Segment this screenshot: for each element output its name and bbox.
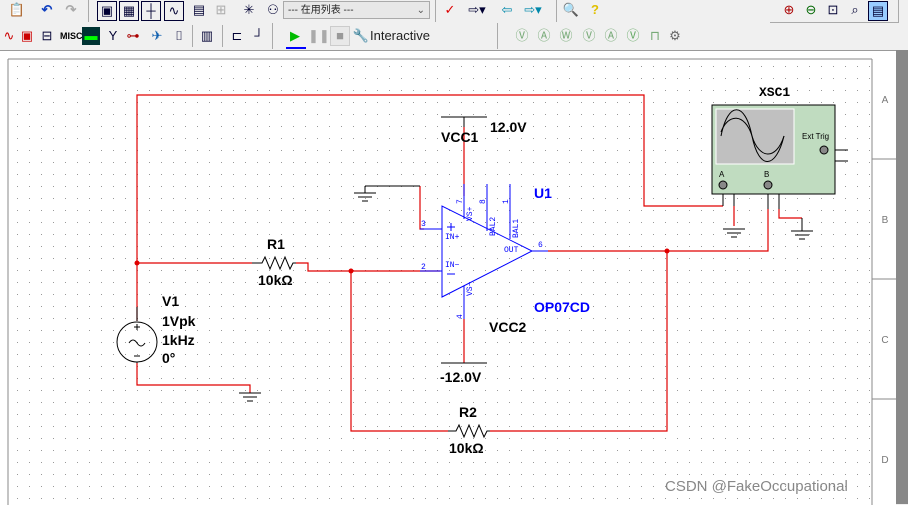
voltage-probe-icon[interactable]: Ⓥ (513, 27, 531, 45)
svg-text:VS−: VS− (466, 281, 475, 296)
svg-text:2: 2 (421, 263, 426, 272)
oscilloscope-xsc1[interactable]: Ext Trig A B (711, 104, 836, 195)
r2-label: R2 (459, 404, 477, 420)
row-label-b: B (882, 215, 889, 226)
erc-icon[interactable]: ✓ (441, 1, 459, 19)
spreadsheet-icon[interactable]: ▦ (119, 1, 139, 21)
svg-text:VS+: VS+ (466, 206, 475, 221)
paste-icon[interactable]: 📋 (8, 1, 26, 19)
diff-voltage-probe-icon[interactable]: Ⓥ (580, 27, 598, 45)
connector-icon[interactable]: ⌷ (170, 27, 188, 45)
row-label-a: A (882, 95, 889, 106)
svg-text:4: 4 (456, 314, 465, 319)
r2-value: 10kΩ (449, 440, 484, 456)
reference-probe-icon[interactable]: Ⓥ (624, 27, 642, 45)
voltage-current-probe-icon[interactable]: Ⓐ (602, 27, 620, 45)
v1-amplitude: 1Vpk (162, 313, 196, 329)
v1-phase: 0° (162, 350, 175, 366)
zoom-area-icon[interactable]: ⊡ (824, 1, 842, 19)
grapher-icon[interactable]: ┼ (141, 1, 161, 21)
back-annotate-icon[interactable]: ⇨▾ (468, 1, 486, 19)
full-screen-icon[interactable]: ▤ (868, 1, 888, 21)
redo-icon[interactable]: ↷ (62, 1, 80, 19)
help-icon[interactable]: ? (586, 1, 604, 19)
svg-text:OUT: OUT (504, 246, 519, 255)
pause-icon[interactable]: ❚❚ (308, 27, 330, 45)
xsc1-label: XSC1 (759, 85, 790, 100)
svg-text:IN+: IN+ (445, 233, 460, 242)
svg-text:Ext Trig: Ext Trig (802, 132, 829, 141)
mcu-icon[interactable]: ▥ (198, 27, 216, 45)
power-component-icon[interactable]: ⊟ (38, 27, 56, 45)
v1-frequency: 1kHz (162, 332, 195, 348)
svg-text:7: 7 (456, 199, 465, 204)
advanced-peripherals-icon[interactable]: ▬ (82, 27, 100, 45)
scope-a-terminal (718, 180, 728, 190)
border-row-labels: A B C D (872, 95, 896, 466)
electromechanical-icon[interactable]: ⊶ (124, 27, 142, 45)
svg-text:6: 6 (538, 241, 543, 250)
r1-label: R1 (267, 236, 285, 252)
vertical-scrollbar[interactable] (896, 50, 908, 504)
in-use-list-value: --- 在用列表 --- (288, 5, 354, 16)
misc-icon[interactable]: MISC (60, 31, 83, 41)
place-component-icon[interactable]: ✳ (240, 1, 258, 19)
postprocessor-icon[interactable]: ∿ (164, 1, 184, 21)
svg-text:B: B (764, 170, 769, 179)
vcc1-label: VCC1 (441, 129, 479, 145)
power-probe-icon[interactable]: Ⓦ (557, 27, 575, 45)
undo-icon[interactable]: ↶ (38, 1, 56, 19)
svg-text:IN−: IN− (445, 261, 460, 270)
u1-model: OP07CD (534, 299, 590, 315)
find-icon[interactable]: 🔍 (562, 1, 580, 19)
svg-text:BAL2: BAL2 (489, 217, 498, 236)
zoom-fit-icon[interactable]: ⌕ (846, 1, 864, 19)
chevron-down-icon: ⌄ (416, 5, 425, 16)
rf-icon[interactable]: Y (104, 27, 122, 45)
toolbar-row-1: 📋 ↶ ↷ ▣ ▦ ┼ ∿ ▤ ⊞ ✳ ⚇ --- 在用列表 --- ⌄ ✓ ⇨▾… (0, 0, 908, 23)
svg-text:A: A (719, 170, 725, 179)
play-icon[interactable]: ▶ (286, 27, 304, 45)
svg-text:8: 8 (479, 199, 488, 204)
probe-settings-icon[interactable]: ⚙ (666, 27, 684, 45)
component-wizard-icon[interactable]: ⊞ (212, 1, 230, 19)
bus-icon[interactable]: ┘ (250, 27, 268, 45)
r1-value: 10kΩ (258, 272, 293, 288)
scope-ext-trig-terminal (819, 145, 829, 155)
database-icon[interactable]: ▤ (190, 1, 208, 19)
scope-b-terminal (763, 180, 773, 190)
wrench-icon: 🔧 (352, 28, 370, 43)
hierarchical-block-icon[interactable]: ⊏ (228, 27, 246, 45)
vcc2-value: -12.0V (440, 369, 482, 385)
vcc1-value: 12.0V (490, 119, 527, 135)
interactive-mode-button[interactable]: Interactive (370, 28, 430, 43)
svg-text:3: 3 (421, 220, 426, 229)
in-use-list-dropdown[interactable]: --- 在用列表 --- ⌄ (283, 1, 430, 19)
toolbar-row-2: ∿ ▣ ⊟ MISC ▬ Y ⊶ ✈ ⌷ ▥ ⊏ ┘ ▶ ❚❚ ■ 🔧 Inte… (0, 23, 908, 49)
u1-label: U1 (534, 185, 552, 201)
svg-text:BAL1: BAL1 (512, 219, 521, 238)
current-probe-icon[interactable]: Ⓐ (535, 27, 553, 45)
ni-component-icon[interactable]: ✈ (148, 27, 166, 45)
transfer-icon[interactable]: ⇨▾ (524, 1, 542, 19)
row-label-d: D (881, 455, 888, 466)
indicator-icon[interactable]: ▣ (18, 27, 36, 45)
watermark: CSDN @FakeOccupational (665, 478, 848, 495)
zoom-in-icon[interactable]: ⊕ (780, 1, 798, 19)
zoom-out-icon[interactable]: ⊖ (802, 1, 820, 19)
netlist-icon[interactable]: ⚇ (264, 1, 282, 19)
stop-icon[interactable]: ■ (330, 26, 350, 46)
v1-label: V1 (162, 293, 179, 309)
forward-annotate-icon[interactable]: ⇦ (498, 1, 516, 19)
source-icon[interactable]: ∿ (0, 27, 18, 45)
digital-probe-icon[interactable]: ⊓ (646, 27, 664, 45)
schematic-canvas[interactable]: A B C D 3 2 IN+ IN− OUT 6 7 8 1 VS+ BAL2… (0, 50, 896, 505)
row-label-c: C (881, 335, 888, 346)
svg-text:1: 1 (502, 199, 511, 204)
vcc2-label: VCC2 (489, 319, 527, 335)
design-toolbox-icon[interactable]: ▣ (97, 1, 117, 21)
